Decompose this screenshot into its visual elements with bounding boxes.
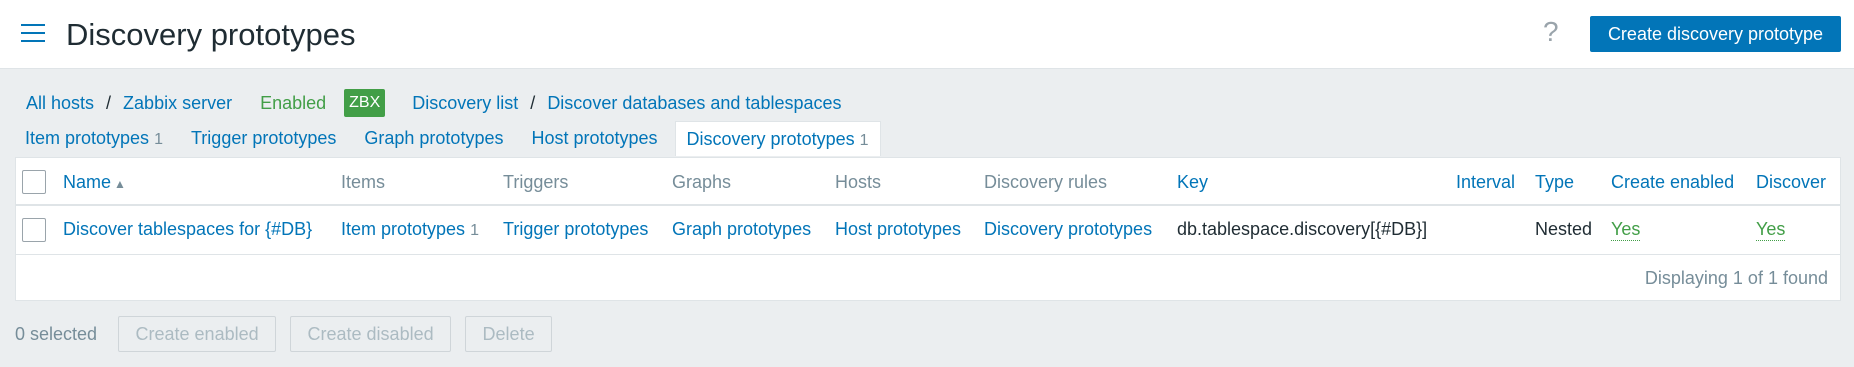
breadcrumb-all-hosts[interactable]: All hosts — [26, 91, 94, 115]
row-graph-prototypes-link[interactable]: Graph prototypes — [672, 219, 811, 240]
column-header-discovery-rules: Discovery rules — [984, 172, 1108, 192]
tab-trigger-prototypes-label[interactable]: Trigger prototypes — [191, 128, 336, 148]
sort-asc-icon: ▲ — [114, 177, 126, 191]
row-key: db.tablespace.discovery[{#DB}] — [1177, 219, 1428, 239]
tab-discovery-prototypes[interactable]: Discovery prototypes 1 — [674, 121, 881, 156]
create-discovery-prototype-button[interactable]: Create discovery prototype — [1590, 16, 1841, 52]
row-create-enabled-toggle[interactable]: Yes — [1611, 219, 1641, 241]
column-header-interval[interactable]: Interval — [1456, 172, 1515, 193]
breadcrumb: All hosts / Zabbix server Enabled ZBX Di… — [26, 89, 842, 117]
tab-item-prototypes[interactable]: Item prototypes 1 — [14, 121, 174, 155]
breadcrumb-separator: / — [530, 93, 536, 113]
tab-discovery-prototypes-count: 1 — [859, 132, 869, 149]
breadcrumb-host[interactable]: Zabbix server — [123, 91, 232, 115]
menu-icon[interactable] — [21, 24, 45, 44]
tab-discovery-prototypes-label[interactable]: Discovery prototypes — [687, 129, 855, 149]
row-checkbox[interactable] — [22, 218, 46, 242]
tab-host-prototypes[interactable]: Host prototypes — [520, 121, 668, 155]
table-header-row: Name ▲ Items Triggers Graphs Hosts Discov… — [16, 158, 1840, 206]
zbx-status-badge: ZBX — [344, 89, 386, 117]
table-row: Discover tablespaces for {#DB} Item prot… — [16, 206, 1840, 255]
tab-graph-prototypes-label[interactable]: Graph prototypes — [364, 128, 503, 148]
row-item-prototypes-link[interactable]: Item prototypes — [341, 219, 465, 239]
column-header-discover[interactable]: Discover — [1756, 172, 1826, 193]
tab-item-prototypes-label[interactable]: Item prototypes — [25, 128, 149, 148]
tab-graph-prototypes[interactable]: Graph prototypes — [353, 121, 514, 155]
column-header-graphs: Graphs — [672, 172, 732, 192]
row-host-prototypes-link[interactable]: Host prototypes — [835, 219, 961, 240]
column-header-name-label[interactable]: Name — [63, 172, 111, 192]
breadcrumb-separator: / — [106, 93, 112, 113]
column-header-type[interactable]: Type — [1535, 172, 1574, 193]
select-all-checkbox[interactable] — [22, 170, 46, 194]
column-header-items: Items — [341, 172, 386, 192]
discovery-prototypes-table: Name ▲ Items Triggers Graphs Hosts Discov… — [15, 157, 1841, 301]
row-items-count: 1 — [470, 222, 479, 239]
delete-button[interactable]: Delete — [465, 316, 553, 352]
breadcrumb-discovery-list[interactable]: Discovery list — [412, 91, 518, 115]
selected-count: 0 selected — [15, 323, 98, 344]
breadcrumb-discovery-rule[interactable]: Discover databases and tablespaces — [547, 91, 841, 115]
page-header: Discovery prototypes ? Create discovery … — [0, 0, 1854, 69]
row-discovery-prototypes-link[interactable]: Discovery prototypes — [984, 219, 1152, 240]
mass-actions-bar: 0 selected Create enabled Create disable… — [15, 316, 566, 352]
help-icon[interactable]: ? — [1543, 16, 1559, 48]
row-name-link[interactable]: Discover tablespaces for {#DB} — [63, 219, 312, 240]
column-header-name[interactable]: Name ▲ — [63, 172, 126, 193]
host-status-enabled[interactable]: Enabled — [260, 91, 326, 115]
tab-trigger-prototypes[interactable]: Trigger prototypes — [180, 121, 347, 155]
tab-item-prototypes-count: 1 — [154, 131, 163, 148]
table-footer-count: Displaying 1 of 1 found — [1644, 268, 1828, 288]
row-items-cell: Item prototypes 1 — [341, 219, 479, 240]
page-title: Discovery prototypes — [66, 17, 356, 52]
row-trigger-prototypes-link[interactable]: Trigger prototypes — [503, 219, 648, 240]
create-enabled-button[interactable]: Create enabled — [118, 316, 277, 352]
column-header-create-enabled[interactable]: Create enabled — [1611, 172, 1734, 193]
tabs: Item prototypes 1 Trigger prototypes Gra… — [14, 121, 887, 156]
column-header-triggers: Triggers — [503, 172, 569, 192]
row-discover-toggle[interactable]: Yes — [1756, 219, 1786, 241]
tab-host-prototypes-label[interactable]: Host prototypes — [531, 128, 657, 148]
create-disabled-button[interactable]: Create disabled — [290, 316, 452, 352]
column-header-hosts: Hosts — [835, 172, 882, 192]
row-type: Nested — [1535, 219, 1593, 239]
column-header-key[interactable]: Key — [1177, 172, 1208, 193]
